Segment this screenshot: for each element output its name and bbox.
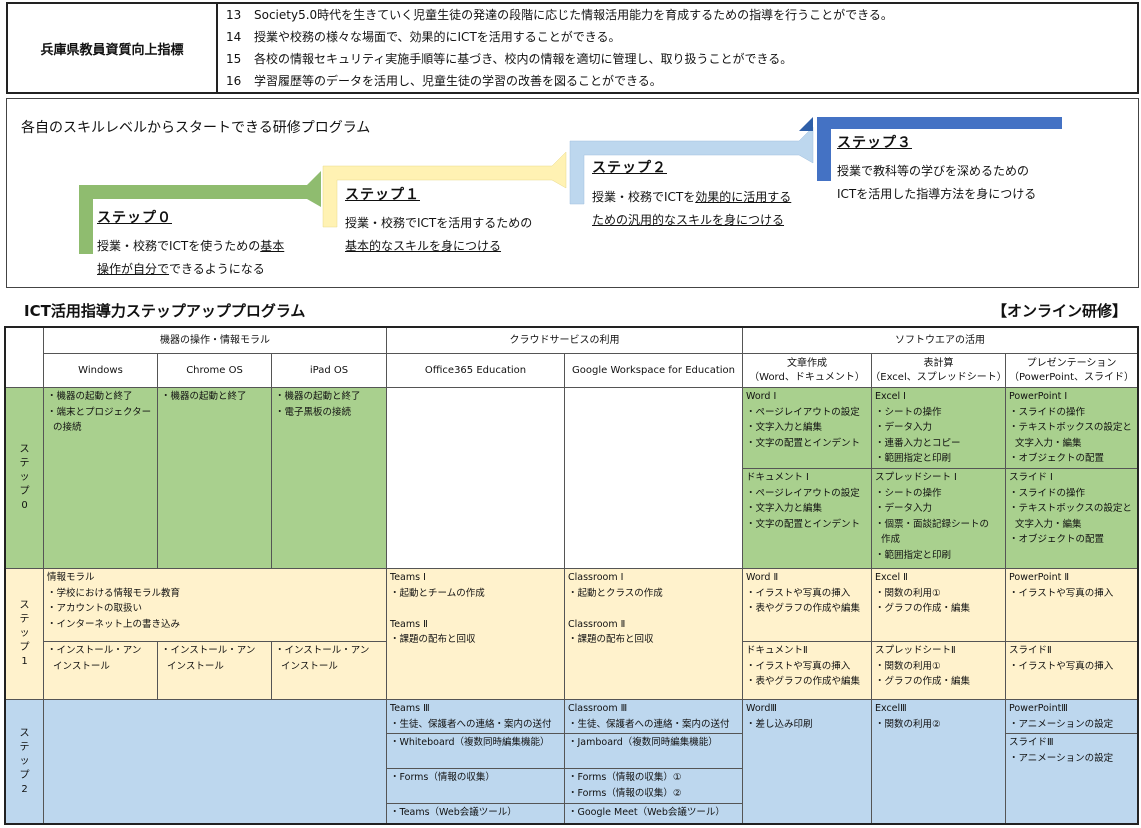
cell-excel1: Excel I ・シートの操作 ・データ入力 ・連番入力とコピー ・範囲指定と印…: [872, 388, 1006, 469]
cell-ppt3: PowerPointⅢ ・アニメーションの設定: [1006, 700, 1137, 734]
step2-title: ステップ２: [592, 160, 667, 176]
cell-teams3-meeting: ・Teams（Web会議ツール）: [387, 804, 565, 823]
cell-windows-s0: ・機器の起動と終了 ・端末とプロジェクター の接続: [44, 388, 158, 569]
col-header: 表計算 （Excel、スプレッドシート）: [872, 354, 1006, 388]
cell-slide1: スライド I ・スライドの操作 ・テキストボックスの設定と 文字入力・編集 ・オ…: [1006, 469, 1137, 569]
step3-tip: [799, 117, 813, 131]
cell-windows-install: ・インストール・アン インストール: [44, 642, 158, 700]
cell-ppt1: PowerPoint I ・スライドの操作 ・テキストボックスの設定と 文字入力…: [1006, 388, 1137, 469]
corner-cell: [6, 328, 44, 388]
col-header: 文章作成 （Word、ドキュメント）: [743, 354, 872, 388]
row-label-step0: ス テ ッ プ 0: [6, 388, 44, 569]
group-header: ソフトウエアの活用: [743, 328, 1137, 354]
col-header: Windows: [44, 354, 158, 388]
cell-moral-s1: 情報モラル ・学校における情報モラル教育 ・アカウントの取扱い ・インターネット…: [44, 569, 387, 642]
cell-doc1: ドキュメント I ・ページレイアウトの設定 ・文字入力と編集 ・文字の配置とイン…: [743, 469, 872, 569]
cell-ppt2: PowerPoint Ⅱ ・イラストや写真の挿入: [1006, 569, 1137, 642]
col-header: Chrome OS: [158, 354, 272, 388]
online-label: 【オンライン研修】: [991, 302, 1127, 320]
step3-title: ステップ３: [837, 135, 912, 151]
cell-excel2: Excel Ⅱ ・関数の利用① ・グラフの作成・編集: [872, 569, 1006, 642]
cell-sheet2: スプレッドシートⅡ ・関数の利用① ・グラフの作成・編集: [872, 642, 1006, 700]
cell-slide2: スライドⅡ ・イラストや写真の挿入: [1006, 642, 1137, 700]
cell-class3-meet: ・Google Meet（Web会議ツール）: [565, 804, 743, 823]
row-label-step2: ス テ ッ プ 2: [6, 700, 44, 823]
competency-index-table: 兵庫県教員資質向上指標 13 Society5.0時代を生きていく児童生徒の発達の…: [6, 2, 1139, 94]
step1-title: ステップ１: [345, 187, 420, 203]
cell-ipad-install: ・インストール・アン インストール: [272, 642, 387, 700]
cell-chrome-s0: ・機器の起動と終了: [158, 388, 272, 569]
index-line: 14 授業や校務の様々な場面で、効果的にICTを活用することができる。: [226, 30, 621, 44]
cell-teams-s1: Teams Ⅰ ・起動とチームの作成 Teams Ⅱ ・課題の配布と回収: [387, 569, 565, 700]
index-line: 16 学習履歴等のデータを活用し、児童生徒の学習の改善を図ることができる。: [226, 74, 662, 88]
cell-devices-s2: [44, 700, 387, 823]
cell-teams3-whiteboard: ・Whiteboard（複数同時編集機能）: [387, 734, 565, 769]
cell-word3: WordⅢ ・差し込み印刷: [743, 700, 872, 823]
col-header: プレゼンテーション （PowerPoint、スライド）: [1006, 354, 1137, 388]
step3-text: 授業で教科等の学びを深めるための ICTを活用した指導方法を身につける: [837, 164, 1037, 201]
training-stairs-panel: 各自のスキルレベルからスタートできる研修プログラム ステップ０ 授業・校務でIC…: [6, 98, 1139, 288]
cell-word2: Word Ⅱ ・イラストや写真の挿入 ・表やグラフの作成や編集: [743, 569, 872, 642]
cell-classroom-s1: Classroom Ⅰ ・起動とクラスの作成 Classroom Ⅱ ・課題の配…: [565, 569, 743, 700]
index-lines: 13 Society5.0時代を生きていく児童生徒の発達の段階に応じた情報活用能力…: [226, 4, 1137, 92]
cell-google-s0: [565, 388, 743, 569]
cell-chrome-install: ・インストール・アン インストール: [158, 642, 272, 700]
index-label: 兵庫県教員資質向上指標: [8, 4, 218, 92]
cell-excel3: ExcelⅢ ・関数の利用②: [872, 700, 1006, 823]
cell-slide3: スライドⅢ ・アニメーションの設定: [1006, 734, 1137, 823]
cell-ipad-s0: ・機器の起動と終了 ・電子黒板の接続: [272, 388, 387, 569]
cell-class3-notice: Classroom Ⅲ ・生徒、保護者への連絡・案内の送付: [565, 700, 743, 734]
cell-teams3-forms: ・Forms（情報の収集）: [387, 769, 565, 804]
cell-class3-forms: ・Forms（情報の収集）① ・Forms（情報の収集）②: [565, 769, 743, 804]
group-header: クラウドサービスの利用: [387, 328, 743, 354]
program-grid: 機器の操作・情報モラル クラウドサービスの利用 ソフトウエアの活用 Window…: [4, 326, 1139, 825]
cell-sheet1: スプレッドシート I ・シートの操作 ・データ入力 ・個票・面談記録シートの 作…: [872, 469, 1006, 569]
step1-text: 授業・校務でICTを活用するための 基本的なスキルを身につける: [345, 216, 533, 253]
step0-text: 授業・校務でICTを使うための基本 操作が自分でできるようになる: [97, 239, 285, 276]
col-header: iPad OS: [272, 354, 387, 388]
cell-doc2: ドキュメントⅡ ・イラストや写真の挿入 ・表やグラフの作成や編集: [743, 642, 872, 700]
cell-teams3-notice: Teams Ⅲ ・生徒、保護者への連絡・案内の送付: [387, 700, 565, 734]
index-line: 13 Society5.0時代を生きていく児童生徒の発達の段階に応じた情報活用能力…: [226, 8, 893, 22]
cell-class3-jamboard: ・Jamboard（複数同時編集機能）: [565, 734, 743, 769]
col-header: Office365 Education: [387, 354, 565, 388]
cell-office-s0: [387, 388, 565, 569]
row-label-step1: ス テ ッ プ 1: [6, 569, 44, 700]
group-header: 機器の操作・情報モラル: [44, 328, 387, 354]
index-line: 15 各校の情報セキュリティ実施手順等に基づき、校内の情報を適切に管理し、取り扱う…: [226, 52, 793, 66]
cell-word1: Word I ・ページレイアウトの設定 ・文字入力と編集 ・文字の配置とインデン…: [743, 388, 872, 469]
program-heading: ICT活用指導力ステップアッププログラム: [24, 302, 306, 320]
step2-text: 授業・校務でICTを効果的に活用する ための汎用的なスキルを身につける: [592, 190, 792, 227]
col-header: Google Workspace for Education: [565, 354, 743, 388]
step0-title: ステップ０: [97, 210, 172, 226]
